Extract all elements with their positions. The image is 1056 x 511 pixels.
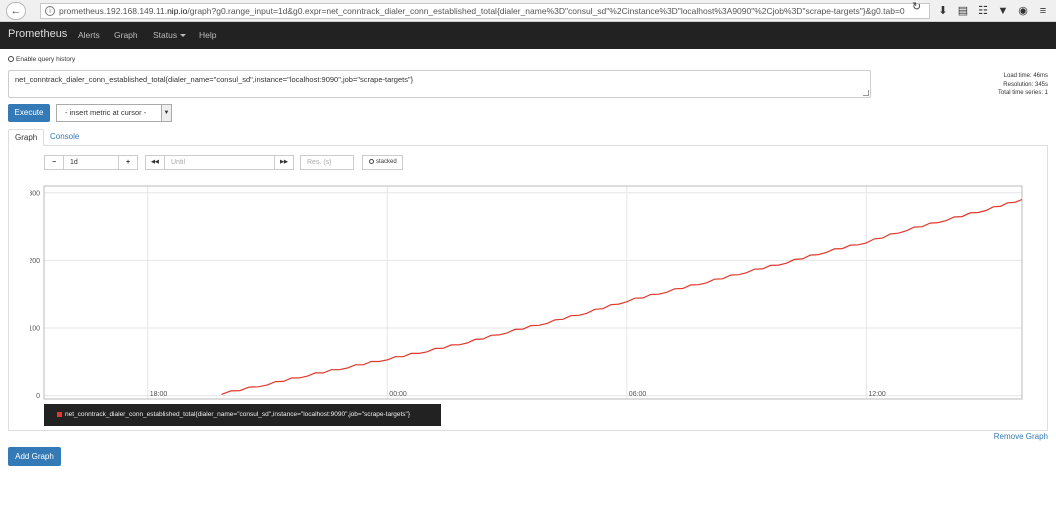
navbar: Prometheus Alerts Graph Status Help: [0, 22, 1056, 49]
browser-toolbar: ← i prometheus.192.168.149.11.nip.io/gra…: [0, 0, 1056, 22]
y-tick-label: 200: [30, 258, 40, 265]
pocket-icon[interactable]: ▼: [996, 4, 1010, 18]
query-stats: Load time: 46ms Resolution: 345s Total t…: [998, 72, 1048, 98]
history-toggle[interactable]: Enable query history: [8, 56, 75, 63]
expression-text: net_conntrack_dialer_conn_established_to…: [15, 75, 414, 84]
back-arrow-icon[interactable]: ←: [6, 2, 26, 20]
history-label: Enable query history: [16, 56, 76, 63]
plot-frame: [43, 185, 1023, 400]
metric-select-value: - insert metric at cursor -: [65, 108, 147, 117]
extension-icon[interactable]: ◉: [1016, 4, 1030, 18]
address-bar[interactable]: i prometheus.192.168.149.11.nip.io/graph…: [40, 3, 930, 19]
x-tick-label: 12:00: [868, 391, 886, 398]
reader-icon[interactable]: ☷: [976, 4, 990, 18]
x-tick-label: 18:00: [150, 391, 168, 398]
stacked-label: stacked: [376, 159, 397, 165]
range-input[interactable]: 1d: [63, 155, 119, 170]
chevron-down-icon[interactable]: ▼: [161, 105, 171, 121]
chart-grid: [44, 186, 1022, 399]
nav-graph[interactable]: Graph: [114, 30, 138, 40]
resize-grip-icon[interactable]: [863, 90, 869, 96]
expression-input[interactable]: net_conntrack_dialer_conn_established_to…: [8, 70, 871, 98]
range-decrease-button[interactable]: −: [44, 155, 64, 170]
x-axis-ticks: 18:00 00:00 06:00 12:00: [150, 391, 886, 398]
tab-graph[interactable]: Graph: [8, 129, 45, 146]
resolution: Resolution: 345s: [1003, 81, 1048, 88]
execute-button[interactable]: Execute: [8, 104, 50, 122]
remove-graph-link[interactable]: Remove Graph: [994, 432, 1048, 441]
x-tick-label: 00:00: [389, 391, 407, 398]
download-icon[interactable]: ⬇: [936, 4, 950, 18]
y-tick-label: 300: [30, 190, 40, 197]
line-chart[interactable]: 0 100 200 300 18:00 00:00 06:00 12:00: [30, 178, 1026, 404]
add-graph-button[interactable]: Add Graph: [8, 447, 61, 466]
y-tick-label: 100: [30, 326, 40, 333]
menu-icon[interactable]: ≡: [1036, 4, 1050, 18]
library-icon[interactable]: ▤: [956, 4, 970, 18]
radio-icon[interactable]: [369, 159, 374, 164]
nav-alerts[interactable]: Alerts: [78, 30, 100, 40]
legend-label[interactable]: net_conntrack_dialer_conn_established_to…: [65, 411, 410, 418]
load-time: Load time: 46ms: [1003, 73, 1048, 79]
series-line[interactable]: [221, 198, 1023, 395]
reload-icon[interactable]: ↻: [912, 0, 921, 13]
tab-console[interactable]: Console: [44, 129, 85, 146]
range-increase-button[interactable]: +: [118, 155, 138, 170]
legend: net_conntrack_dialer_conn_established_to…: [44, 404, 441, 426]
nav-status[interactable]: Status: [153, 30, 187, 40]
resolution-input[interactable]: Res. (s): [300, 155, 354, 170]
info-icon[interactable]: i: [45, 6, 55, 16]
tab-bar: Graph Console: [8, 129, 1048, 146]
nav-help[interactable]: Help: [199, 30, 216, 40]
caret-down-icon: [180, 34, 187, 38]
url-path: /graph?g0.range_input=1d&g0.expr=net_con…: [187, 6, 905, 16]
brand-link[interactable]: Prometheus: [8, 28, 67, 40]
until-input[interactable]: Until: [164, 155, 275, 170]
legend-swatch: [57, 412, 62, 417]
time-back-button[interactable]: ◀◀: [145, 155, 165, 170]
stacked-toggle[interactable]: stacked: [362, 155, 403, 170]
radio-icon[interactable]: [8, 56, 14, 62]
url-prefix: prometheus.192.168.149.11.: [59, 6, 168, 16]
y-tick-label: 0: [36, 393, 40, 400]
nav-status-label: Status: [153, 30, 178, 40]
url-host: nip.io: [167, 6, 188, 16]
y-axis-ticks: 0 100 200 300: [30, 190, 40, 400]
x-tick-label: 06:00: [629, 391, 647, 398]
metric-select[interactable]: - insert metric at cursor - ▼: [56, 104, 172, 122]
time-forward-button[interactable]: ▶▶: [274, 155, 294, 170]
total-series: Total time series: 1: [997, 90, 1048, 96]
